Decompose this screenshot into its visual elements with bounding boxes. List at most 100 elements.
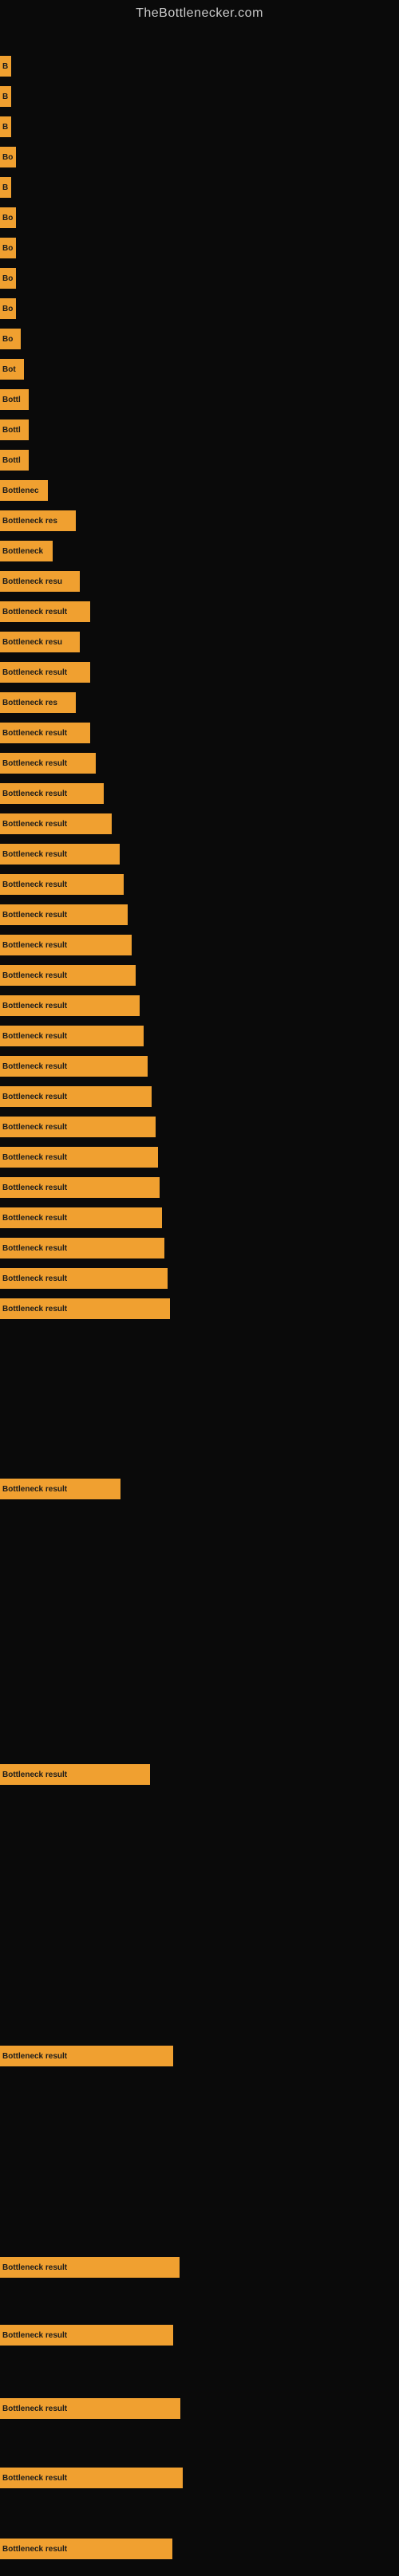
bar-row: Bottleneck xyxy=(0,537,399,565)
bar-row: Bottleneck resu xyxy=(0,567,399,596)
bar-row: Bottleneck result xyxy=(0,2535,399,2563)
bar-row: Bottleneck result xyxy=(0,719,399,747)
bar-row: Bo xyxy=(0,143,399,171)
bar-label: Bottleneck result xyxy=(2,850,67,859)
bar-row: Bo xyxy=(0,264,399,293)
bar-row: Bottl xyxy=(0,446,399,475)
bar: Bottleneck result xyxy=(0,601,90,622)
bar-label: Bottleneck result xyxy=(2,759,67,768)
bar-label: Bottleneck result xyxy=(2,790,67,798)
bar-label: Bottleneck result xyxy=(2,820,67,829)
bar: Bottleneck result xyxy=(0,1086,152,1107)
bar-label: Bottleneck result xyxy=(2,2331,67,2340)
bar-row: Bottleneck result xyxy=(0,779,399,808)
bar: Bo xyxy=(0,147,16,167)
bar-row: Bottleneck result xyxy=(0,991,399,1020)
bar-row: Bottleneck result xyxy=(0,1022,399,1050)
bar-label: B xyxy=(2,62,8,71)
bar-row: Bottleneck result xyxy=(0,840,399,869)
bar: Bottleneck result xyxy=(0,1764,150,1785)
bar: Bottleneck result xyxy=(0,1268,168,1289)
bar-label: Bottleneck result xyxy=(2,1214,67,1223)
bar: Bottleneck resu xyxy=(0,632,80,652)
bar-row: Bottleneck result xyxy=(0,597,399,626)
bar: Bo xyxy=(0,329,21,349)
bar: Bottl xyxy=(0,419,29,440)
bar-label: Bottleneck result xyxy=(2,1002,67,1010)
bar: Bottleneck result xyxy=(0,1298,170,1319)
bar: B xyxy=(0,116,11,137)
bar-label: Bot xyxy=(2,365,16,374)
bar: Bottleneck result xyxy=(0,813,112,834)
bar-label: Bo xyxy=(2,305,13,313)
bar: B xyxy=(0,56,11,77)
bar: Bottleneck result xyxy=(0,995,140,1016)
bar-label: Bottleneck result xyxy=(2,608,67,616)
bar-row: Bottleneck result xyxy=(0,2253,399,2282)
bar: Bottleneck result xyxy=(0,723,90,743)
bar-label: Bottleneck result xyxy=(2,2474,67,2483)
bar-label: Bottleneck xyxy=(2,547,43,556)
bar: Bottleneck result xyxy=(0,965,136,986)
bar: Bo xyxy=(0,207,16,228)
bar-label: Bottleneck result xyxy=(2,1485,67,1494)
bar-label: Bottleneck result xyxy=(2,2405,67,2413)
bar-label: Bo xyxy=(2,214,13,223)
bar: Bottleneck res xyxy=(0,510,76,531)
bar: Bot xyxy=(0,359,24,380)
bar-row: Bottleneck result xyxy=(0,1294,399,1323)
bar-label: Bottleneck result xyxy=(2,1771,67,1779)
bar-label: B xyxy=(2,123,8,132)
bar: Bottleneck result xyxy=(0,2468,183,2488)
bar-row: Bottleneck result xyxy=(0,870,399,899)
bar: Bottleneck result xyxy=(0,904,128,925)
bar-label: Bottleneck result xyxy=(2,668,67,677)
bar: Bottleneck resu xyxy=(0,571,80,592)
bar-label: Bottleneck resu xyxy=(2,577,62,586)
bar: Bottleneck result xyxy=(0,753,96,774)
bar-row: Bottleneck result xyxy=(0,1760,399,1789)
bar-label: Bottleneck result xyxy=(2,1062,67,1071)
bar-row: Bot xyxy=(0,355,399,384)
bar-label: Bottl xyxy=(2,426,21,435)
bar-row: Bo xyxy=(0,234,399,262)
bar: Bo xyxy=(0,268,16,289)
bar-label: Bottleneck result xyxy=(2,1305,67,1314)
bar-row: Bottleneck res xyxy=(0,506,399,535)
bar-row: B xyxy=(0,82,399,111)
bar-row: Bottlenec xyxy=(0,476,399,505)
bar: Bottleneck result xyxy=(0,1177,160,1198)
bar-label: Bottl xyxy=(2,396,21,404)
bar-row: Bottleneck result xyxy=(0,2394,399,2423)
bar-row: Bottleneck result xyxy=(0,749,399,778)
bar-row: Bottleneck result xyxy=(0,2042,399,2070)
bar: Bottleneck result xyxy=(0,2539,172,2559)
bar: Bottleneck result xyxy=(0,2046,173,2066)
bar-label: Bottleneck result xyxy=(2,971,67,980)
bar-row: Bottl xyxy=(0,385,399,414)
bar: Bottleneck result xyxy=(0,1147,158,1168)
bar: Bottleneck result xyxy=(0,2398,180,2419)
bar-row: Bottleneck result xyxy=(0,1173,399,1202)
bar-label: Bottleneck result xyxy=(2,2052,67,2061)
bar: Bottleneck result xyxy=(0,874,124,895)
bar: Bottleneck result xyxy=(0,935,132,955)
bar-label: Bottleneck result xyxy=(2,2263,67,2272)
bar-label: Bottleneck resu xyxy=(2,638,62,647)
bar-label: Bo xyxy=(2,244,13,253)
bar-label: Bottleneck result xyxy=(2,1153,67,1162)
bar-row: Bottl xyxy=(0,416,399,444)
bar-row: Bottleneck resu xyxy=(0,628,399,656)
bar-label: Bottleneck result xyxy=(2,1244,67,1253)
bar-label: Bottleneck result xyxy=(2,729,67,738)
bar-row: Bottleneck res xyxy=(0,688,399,717)
bar-label: Bottleneck result xyxy=(2,1274,67,1283)
bar-label: Bottleneck result xyxy=(2,1184,67,1192)
bar-row: Bottleneck result xyxy=(0,1143,399,1172)
bar: Bottl xyxy=(0,450,29,471)
bar-label: Bottleneck res xyxy=(2,517,57,526)
bar: Bottleneck result xyxy=(0,1207,162,1228)
bar: Bo xyxy=(0,238,16,258)
bar-row: B xyxy=(0,173,399,202)
bar-row: B xyxy=(0,52,399,81)
